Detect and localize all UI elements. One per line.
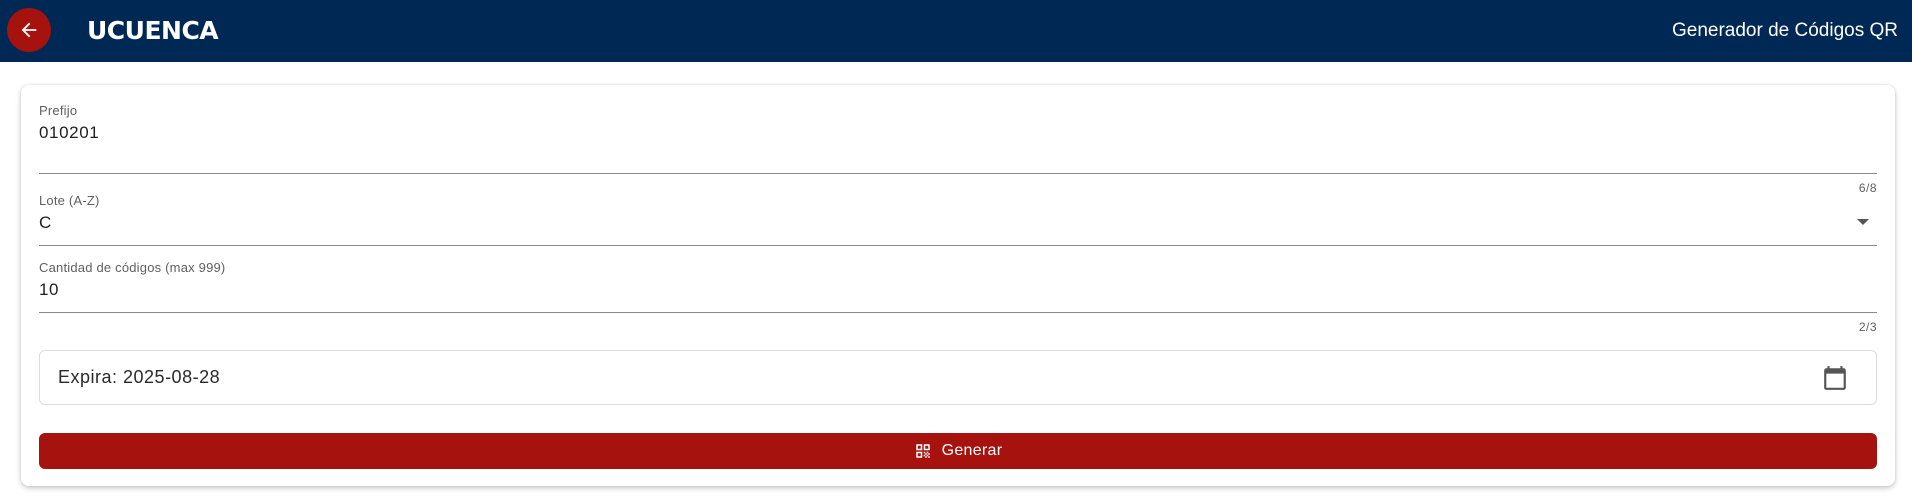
prefijo-field[interactable]: Prefijo 010201 6/8 <box>39 103 1877 195</box>
lote-select[interactable]: Lote (A-Z) C <box>39 193 1877 249</box>
lote-label: Lote (A-Z) <box>39 193 100 208</box>
lote-selected-value[interactable]: C <box>39 213 52 233</box>
calendar-icon[interactable] <box>1822 365 1848 391</box>
top-app-bar: UCUENCA Generador de Códigos QR <box>0 0 1912 62</box>
arrow-left-icon <box>21 22 37 38</box>
prefijo-label: Prefijo <box>39 103 78 118</box>
prefijo-input[interactable]: 010201 <box>39 123 99 143</box>
expira-date-picker[interactable]: Expira: 2025-08-28 <box>39 350 1877 405</box>
expira-date-text: Expira: 2025-08-28 <box>58 367 221 387</box>
page-title: Generador de Códigos QR <box>1671 20 1898 41</box>
prefijo-underline <box>39 173 1877 174</box>
dropdown-arrow-icon[interactable] <box>1857 219 1869 225</box>
qr-code-icon <box>915 444 930 458</box>
ucuenca-logo: UCUENCA <box>87 16 219 45</box>
lote-underline <box>39 245 1877 246</box>
back-button[interactable] <box>7 8 51 52</box>
cantidad-underline <box>39 312 1877 313</box>
generar-label: Generar <box>941 442 1003 459</box>
cantidad-label: Cantidad de códigos (max 999) <box>39 260 226 275</box>
generar-button[interactable]: Generar <box>39 433 1877 469</box>
cantidad-input[interactable]: 10 <box>39 280 59 300</box>
cantidad-field[interactable]: Cantidad de códigos (max 999) 10 2/3 <box>39 260 1877 334</box>
cantidad-char-counter: 2/3 <box>1858 320 1877 334</box>
form-card: Prefijo 010201 6/8 Lote (A-Z) C Cantidad… <box>21 85 1895 486</box>
